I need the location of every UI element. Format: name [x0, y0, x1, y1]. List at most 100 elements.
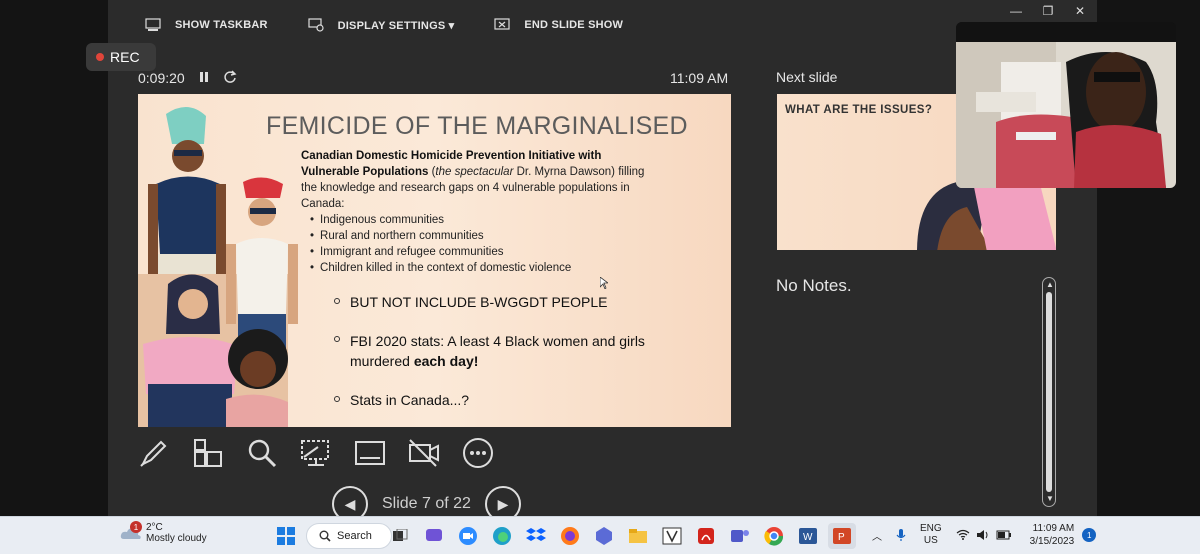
- slide-counter: Slide 7 of 22: [382, 495, 471, 512]
- display-gear-icon: [308, 18, 324, 32]
- next-slide-title: WHAT ARE THE ISSUES?: [785, 104, 933, 116]
- notification-badge[interactable]: 1: [1082, 528, 1097, 542]
- cloud-icon: 1: [120, 521, 142, 543]
- edge-icon[interactable]: [488, 523, 516, 549]
- lang-code: ENG: [920, 523, 942, 534]
- screen: SHOW TASKBAR DISPLAY SETTINGS ▾ END SLID…: [0, 0, 1200, 554]
- svg-text:P: P: [838, 532, 845, 543]
- slide-navigation: ◀ Slide 7 of 22 ▶: [332, 486, 542, 522]
- slide-title: FEMICIDE OF THE MARGINALISED: [266, 112, 688, 140]
- current-time: 11:09 AM: [670, 70, 729, 86]
- elapsed-timer: 0:09:20: [138, 70, 185, 86]
- acrobat-icon[interactable]: [692, 523, 720, 549]
- subtitles-button[interactable]: [354, 437, 386, 469]
- webcam-overlay[interactable]: [956, 22, 1176, 188]
- taskbar-apps: [272, 523, 300, 549]
- window-controls: — ❐ ✕: [1000, 2, 1096, 20]
- current-slide[interactable]: FEMICIDE OF THE MARGINALISED Canadian Do…: [138, 94, 731, 427]
- pen-icon: [140, 440, 167, 467]
- scroll-up-icon[interactable]: ▲: [1046, 280, 1054, 289]
- volume-icon[interactable]: [976, 529, 990, 541]
- display-settings-label: DISPLAY SETTINGS ▾: [337, 19, 455, 32]
- battery-icon[interactable]: [996, 530, 1012, 540]
- point-text: FBI 2020 stats: A least 4 Black women an…: [350, 331, 654, 371]
- pointer-options-button[interactable]: [300, 437, 332, 469]
- magnifier-icon: [248, 439, 277, 468]
- show-hidden-icons-icon[interactable]: ︿: [872, 528, 882, 543]
- firefox-icon[interactable]: [556, 523, 584, 549]
- point-text: Stats in Canada...?: [350, 392, 470, 408]
- chat-icon[interactable]: [420, 523, 448, 549]
- next-slide-label: Next slide: [776, 69, 838, 85]
- weather-badge: 1: [130, 521, 142, 533]
- right-arrow-icon: ▶: [497, 495, 509, 512]
- dropbox-icon[interactable]: [522, 523, 550, 549]
- weather-temp: 2°C: [146, 522, 163, 533]
- system-time: 11:09 AM: [1032, 523, 1075, 534]
- notes-scrollbar[interactable]: ▲ ▼: [1042, 277, 1056, 507]
- point-text-bold: each day!: [413, 353, 479, 369]
- copilot-icon[interactable]: [590, 523, 618, 549]
- input-language[interactable]: ENG US: [920, 523, 942, 547]
- recording-label: REC: [110, 49, 140, 65]
- list-item: FBI 2020 stats: A least 4 Black women an…: [334, 331, 654, 371]
- minimize-icon[interactable]: —: [1000, 2, 1032, 20]
- restart-icon[interactable]: [222, 69, 238, 85]
- start-button[interactable]: [272, 523, 300, 549]
- mouse-cursor-icon: [600, 277, 608, 289]
- presenter-toolbar: SHOW TASKBAR DISPLAY SETTINGS ▾ END SLID…: [145, 14, 663, 36]
- system-clock[interactable]: 11:09 AM 3/15/2023: [1030, 522, 1075, 548]
- pinned-apps: W P: [386, 523, 856, 549]
- end-slide-show-button[interactable]: END SLIDE SHOW: [494, 18, 623, 32]
- region-code: US: [923, 535, 938, 546]
- file-explorer-icon[interactable]: [624, 523, 652, 549]
- more-icon: [463, 438, 493, 468]
- zoom-button[interactable]: [246, 437, 278, 469]
- point-text: BUT NOT INCLUDE B-WGGDT PEOPLE: [350, 294, 608, 310]
- pause-icon[interactable]: [198, 70, 210, 84]
- powerpoint-icon[interactable]: P: [828, 523, 856, 549]
- para-italic: the spectacular: [435, 166, 514, 178]
- restore-icon[interactable]: ❐: [1032, 2, 1064, 20]
- show-taskbar-button[interactable]: SHOW TASKBAR: [145, 18, 268, 32]
- close-icon[interactable]: ✕: [1064, 2, 1096, 20]
- population-list: Indigenous communities Rural and norther…: [310, 212, 571, 276]
- microphone-icon[interactable]: [896, 528, 906, 542]
- task-view-icon[interactable]: [386, 523, 414, 549]
- pen-tool-button[interactable]: [138, 437, 170, 469]
- laser-pointer-icon: [301, 440, 329, 466]
- subtitles-icon: [355, 441, 385, 465]
- left-arrow-icon: ◀: [344, 495, 356, 512]
- system-tray: ︿ ENG US 11:09 AM 3/15/2023 1: [872, 522, 1097, 548]
- camera-toggle-button[interactable]: [408, 437, 440, 469]
- search-label: Search: [337, 530, 372, 542]
- vlc-app-icon[interactable]: [658, 523, 686, 549]
- show-taskbar-label: SHOW TASKBAR: [175, 19, 268, 31]
- recording-indicator[interactable]: REC: [86, 43, 156, 71]
- scroll-thumb[interactable]: [1046, 292, 1052, 492]
- scroll-down-icon[interactable]: ▼: [1046, 494, 1054, 503]
- record-dot-icon: [96, 53, 104, 61]
- list-item: Indigenous communities: [310, 212, 571, 228]
- windows-logo-icon: [277, 527, 295, 545]
- video-off-icon: [409, 439, 439, 467]
- weather-widget[interactable]: 1 2°C Mostly cloudy: [120, 521, 207, 544]
- chrome-icon[interactable]: [760, 523, 788, 549]
- left-edge: [0, 0, 108, 516]
- display-settings-button[interactable]: DISPLAY SETTINGS ▾: [308, 18, 455, 32]
- women-illustration: [138, 106, 298, 427]
- taskbar-search[interactable]: Search: [306, 523, 392, 549]
- more-options-button[interactable]: [462, 437, 494, 469]
- webcam-video: [956, 22, 1176, 188]
- list-item: Stats in Canada...?: [334, 390, 654, 410]
- list-item: Immigrant and refugee communities: [310, 244, 571, 260]
- list-item: Children killed in the context of domest…: [310, 260, 571, 276]
- zoom-app-icon[interactable]: [454, 523, 482, 549]
- windows-taskbar: 1 2°C Mostly cloudy Search W P ︿ ENG US …: [0, 516, 1200, 554]
- word-icon[interactable]: W: [794, 523, 822, 549]
- see-all-slides-button[interactable]: [192, 437, 224, 469]
- key-points-list: BUT NOT INCLUDE B-WGGDT PEOPLE FBI 2020 …: [334, 292, 654, 427]
- end-show-icon: [494, 18, 510, 30]
- teams-icon[interactable]: [726, 523, 754, 549]
- wifi-icon[interactable]: [956, 529, 970, 541]
